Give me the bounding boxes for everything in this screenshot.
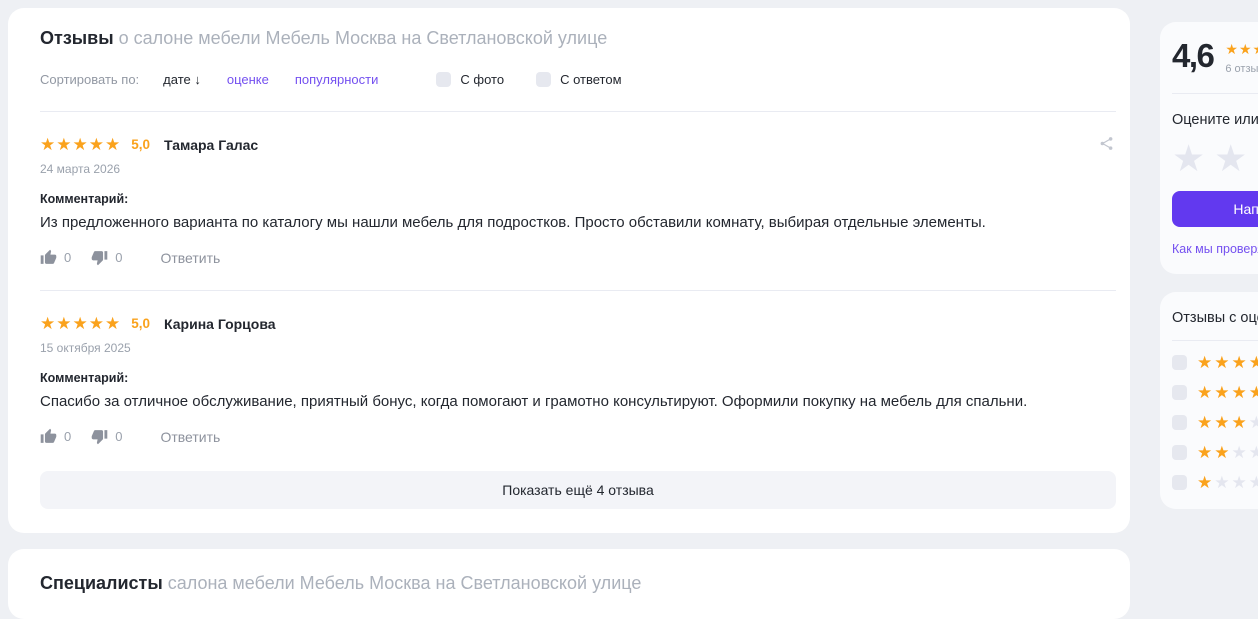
sort-label: Сортировать по: <box>40 72 140 87</box>
likes-count: 0 <box>64 250 72 265</box>
review-header: ★★★★★ 5,0 Тамара Галас <box>40 136 1116 153</box>
review-actions: 0 0 Ответить <box>40 428 1116 445</box>
thumb-up-icon[interactable] <box>40 249 57 266</box>
review-text: Из предложенного варианта по каталогу мы… <box>40 214 986 231</box>
review-author-name: Тамара Галас <box>164 136 259 153</box>
reviews-section-title: Отзывы о салоне мебели Мебель Москва на … <box>40 26 1116 50</box>
reviews-title-rest: о салоне мебели Мебель Москва на Светлан… <box>113 28 608 48</box>
reply-link[interactable]: Ответить <box>160 250 220 266</box>
score-row: 4,6 ★★★★★ 6 отзывов <box>1172 37 1258 75</box>
specialists-section-title: Специалисты салона мебели Мебель Москва … <box>40 571 1116 595</box>
score-meta: ★★★★★ 6 отзывов <box>1225 40 1258 75</box>
filter-row-4-stars[interactable]: ★★★★★ <box>1172 384 1258 401</box>
reviews-title-bold: Отзывы <box>40 28 114 48</box>
with-photo-label: С фото <box>460 72 505 87</box>
divider <box>40 111 1116 112</box>
reviews-card: Отзывы о салоне мебели Мебель Москва на … <box>8 8 1130 533</box>
rating-summary-card: 4,6 ★★★★★ 6 отзывов Оцените или напишите… <box>1160 22 1258 274</box>
reply-link[interactable]: Ответить <box>160 429 220 445</box>
specialists-title-rest: салона мебели Мебель Москва на Светланов… <box>162 573 642 593</box>
how-we-verify-link[interactable]: Как мы проверяем отзывы <box>1172 242 1258 256</box>
review-stars: ★★★★★ <box>40 135 122 154</box>
review-header: ★★★★★ 5,0 Карина Горцова <box>40 315 1116 332</box>
rate-prompt: Оцените или напишите отзыв <box>1172 112 1258 128</box>
filter-5-stars: ★★★★★ <box>1197 353 1258 372</box>
write-review-button[interactable]: Написать отзыв <box>1172 191 1258 227</box>
rating-filter-card: Отзывы с оценками ★★★★★ ★★★★★ ★★★★★ ★★★★… <box>1160 292 1258 509</box>
dislikes-count: 0 <box>115 250 123 265</box>
filter-1-star-checkbox[interactable] <box>1172 475 1187 490</box>
filter-3-stars: ★★★★★ <box>1197 413 1258 432</box>
sort-row: Сортировать по: дате ↓ оценке популярнос… <box>40 72 1116 87</box>
rating-input-stars[interactable]: ★★★★★ <box>1172 140 1258 177</box>
sidebar: 4,6 ★★★★★ 6 отзывов Оцените или напишите… <box>1160 22 1258 509</box>
filter-1-star: ★★★★★ <box>1197 473 1258 492</box>
filter-5-stars-checkbox[interactable] <box>1172 355 1187 370</box>
review-text: Спасибо за отличное обслуживание, приятн… <box>40 393 1028 410</box>
dislikes-count: 0 <box>115 429 123 444</box>
average-rating-value: 4,6 <box>1172 37 1215 74</box>
review-author-name: Карина Горцова <box>164 315 276 332</box>
review-score: 5,0 <box>131 137 151 152</box>
show-more-reviews-button[interactable]: Показать ещё 4 отзыва <box>40 471 1116 509</box>
review-date: 24 марта 2026 <box>40 162 121 176</box>
divider <box>1172 340 1258 341</box>
filter-row-2-stars[interactable]: ★★★★★ <box>1172 444 1258 461</box>
with-answer-label: С ответом <box>560 72 622 87</box>
filter-4-stars: ★★★★★ <box>1197 383 1258 402</box>
filter-2-stars: ★★★★★ <box>1197 443 1258 462</box>
filter-card-title: Отзывы с оценками <box>1172 310 1258 326</box>
filter-3-stars-checkbox[interactable] <box>1172 415 1187 430</box>
filter-row-1-star[interactable]: ★★★★★ <box>1172 474 1258 491</box>
filter-with-answer[interactable]: С ответом <box>536 72 622 87</box>
specialists-card: Специалисты салона мебели Мебель Москва … <box>8 549 1130 619</box>
filter-row-3-stars[interactable]: ★★★★★ <box>1172 414 1258 431</box>
with-answer-checkbox[interactable] <box>536 72 552 87</box>
thumb-up-icon[interactable] <box>40 428 57 445</box>
main-column: Отзывы о салоне мебели Мебель Москва на … <box>8 8 1130 619</box>
share-icon[interactable] <box>1099 136 1114 154</box>
specialists-title-bold: Специалисты <box>40 573 163 593</box>
sort-option-date[interactable]: дате ↓ <box>163 72 201 87</box>
review-score: 5,0 <box>131 316 151 331</box>
comment-label: Комментарий: <box>40 371 129 385</box>
filter-row-5-stars[interactable]: ★★★★★ <box>1172 354 1258 371</box>
comment-label: Комментарий: <box>40 192 129 206</box>
filter-4-stars-checkbox[interactable] <box>1172 385 1187 400</box>
review-item: ★★★★★ 5,0 Карина Горцова 15 октября 2025… <box>40 315 1116 445</box>
review-date: 15 октября 2025 <box>40 341 131 355</box>
sort-option-popularity[interactable]: популярности <box>295 72 379 87</box>
divider <box>1172 93 1258 94</box>
thumb-down-icon[interactable] <box>91 249 108 266</box>
rating-input[interactable]: ★★★★★ <box>1172 140 1258 177</box>
divider <box>40 290 1116 291</box>
review-actions: 0 0 Ответить <box>40 249 1116 266</box>
average-rating-stars: ★★★★★ <box>1225 41 1258 57</box>
review-stars: ★★★★★ <box>40 314 122 333</box>
review-item: ★★★★★ 5,0 Тамара Галас 24 марта 2026 Ком… <box>40 136 1116 266</box>
filter-with-photo[interactable]: С фото <box>436 72 504 87</box>
reviews-count: 6 отзывов <box>1225 63 1258 75</box>
filter-2-stars-checkbox[interactable] <box>1172 445 1187 460</box>
likes-count: 0 <box>64 429 72 444</box>
with-photo-checkbox[interactable] <box>436 72 452 87</box>
sort-option-rating[interactable]: оценке <box>227 72 269 87</box>
thumb-down-icon[interactable] <box>91 428 108 445</box>
